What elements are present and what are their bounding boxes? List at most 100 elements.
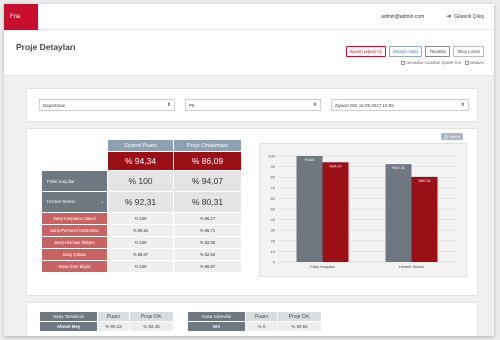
print-icon: ⎙ [444, 134, 448, 139]
cashier-score: % 0 [245, 321, 278, 332]
subsection-visit-score: % 100 [107, 212, 174, 225]
chart-panel: 0 10 20 30 40 50 60 70 80 90 100 %100 %94.07 Fiziki K… [259, 143, 467, 277]
chart-bar [385, 164, 412, 262]
y-tick-label: 10 [271, 249, 276, 254]
chart-bar [411, 176, 438, 262]
section-project-average: % 80,31 [173, 191, 242, 213]
y-tick-label: 30 [271, 228, 276, 233]
subsection-label: Satış-Ürün Bilgisi [41, 260, 108, 273]
department-select[interactable]: Departman ⬍ [39, 99, 175, 111]
y-tick-label: 0 [273, 260, 276, 265]
project-select-value: P6 [189, 102, 195, 108]
comments-button[interactable]: Yorumlar [425, 46, 450, 57]
app-window: Fna admin@admin.com ➜ Güvenli Çıkış Proj… [4, 4, 494, 336]
score-table: Ziyaret Puanı Proje Ortalaması % 94,34 %… [41, 139, 242, 273]
brand-logo[interactable]: Fna [4, 4, 38, 30]
sales-rep-score: % 90,32 [97, 321, 130, 332]
checkbox-box [401, 60, 406, 65]
mark-read-checkbox[interactable]: OKUNDU OLARAK İŞARETLE [401, 60, 461, 65]
y-tick-label: 20 [271, 238, 276, 243]
subsection-visit-score: % 90,91 [107, 224, 174, 237]
overall-visit-score: % 94,34 [107, 151, 174, 171]
subsection-label: Satış-Karşılama Süreci [41, 212, 108, 225]
subsection-visit-score: % 100 [107, 260, 174, 273]
content-area: Departman ⬍ P6 ⬍ Ziyaret 002 12.09.2017 … [4, 76, 494, 336]
subsection-label: Satış-Personel Görünümü [41, 224, 108, 237]
visit-select[interactable]: Ziyaret 002 12.09.2017 15:55 ⬍ [331, 99, 469, 111]
project-average-column-header: Proje Ort. [129, 311, 174, 322]
subsection-project-average: % 80,67 [173, 260, 242, 273]
score-card: Ziyaret Puanı Proje Ortalaması % 94,34 %… [26, 128, 478, 296]
bar-data-label: %92.31 [392, 166, 405, 170]
section-project-average: % 94,07 [173, 170, 242, 192]
section-visit-score: % 92,31 [107, 191, 174, 213]
visit-list-button[interactable]: Ziyaret Listesi V1 [345, 46, 386, 57]
sales-rep-title: Satış Temsilcisi [39, 311, 98, 322]
cashier-name: N/A [187, 321, 246, 332]
user-email[interactable]: admin@admin.com [381, 14, 424, 20]
chart-bar [296, 156, 323, 262]
chevron-updown-icon: ⬍ [166, 102, 171, 108]
table-corner [41, 139, 108, 152]
chevron-updown-icon: ⬍ [312, 102, 317, 108]
section-row-fiziki[interactable]: Fiziki Koşullar [41, 170, 108, 192]
project-average-header: Proje Ortalaması [173, 139, 242, 152]
subsection-label: Satış Çabası [41, 248, 108, 261]
overall-label-cell [41, 151, 108, 171]
y-tick-label: 60 [271, 196, 276, 201]
header-button-group: Ziyaret Listesi V1 Detaylı Analiz Yoruml… [345, 46, 484, 57]
filter-bar: Departman ⬍ P6 ⬍ Ziyaret 002 12.09.2017 … [26, 88, 478, 122]
sales-rep-table: Satış Temsilcisi Puanı Proje Ort. Ahmet … [39, 311, 174, 332]
subsection-label: Satış-Hizmete İletişim [41, 236, 108, 249]
print-button[interactable]: ⎙ Yazdır [441, 133, 463, 140]
x-tick-label: Hizmet Süreci [399, 264, 424, 269]
page-header: Proje Detayları Ziyaret Listesi V1 Detay… [4, 30, 494, 76]
project-average-column-header: Proje Ort. [277, 311, 322, 322]
cashier-title: Kasa Görevlisi [187, 311, 246, 322]
y-tick-label: 80 [271, 175, 276, 180]
section-row-hizmet[interactable]: Hizmet Süreci ⌄ [41, 191, 108, 213]
print-label: Yazdır [448, 134, 460, 139]
overall-project-average: % 86,09 [173, 151, 242, 171]
logout-label: Güvenli Çıkış [454, 13, 484, 20]
bravo-checkbox[interactable]: BRAVO [465, 60, 484, 65]
cashier-table: Kasa Görevlisi Puanı Proje Ort. N/A % 0 … [187, 311, 322, 332]
logout-icon: ➜ [446, 14, 452, 20]
request-list-button[interactable]: Talep Listesi [452, 46, 484, 57]
y-tick-label: 40 [271, 217, 276, 222]
header-checkboxes: OKUNDU OLARAK İŞARETLE BRAVO [401, 60, 484, 65]
detailed-analysis-button[interactable]: Detaylı Analiz [388, 46, 423, 57]
chart-bar [322, 162, 349, 262]
bravo-label: BRAVO [470, 60, 484, 65]
x-tick-label: Fiziki Koşullar [310, 264, 335, 269]
section-visit-score: % 100 [107, 170, 174, 192]
mark-read-label: OKUNDU OLARAK İŞARETLE [406, 60, 462, 65]
bar-data-label: %80.31 [418, 179, 431, 183]
chevron-down-icon[interactable]: ⌄ [100, 199, 104, 205]
y-tick-label: 100 [268, 154, 275, 159]
y-tick-label: 70 [271, 185, 276, 190]
staff-tables-card: Satış Temsilcisi Puanı Proje Ort. Ahmet … [26, 302, 478, 336]
subsection-project-average: % 62,92 [173, 248, 242, 261]
project-select[interactable]: P6 ⬍ [185, 99, 321, 111]
visit-select-value: Ziyaret 002 12.09.2017 15:55 [335, 102, 394, 108]
visit-score-header: Ziyaret Puanı [107, 139, 174, 152]
chevron-updown-icon: ⬍ [460, 102, 465, 108]
subsection-project-average: % 82,08 [173, 236, 242, 249]
section-label: Hizmet Süreci [47, 199, 76, 204]
department-select-value: Departman [43, 102, 66, 108]
bar-data-label: %94.07 [329, 164, 342, 168]
bar-data-label: %100 [305, 158, 315, 162]
subsection-visit-score: % 66,67 [107, 248, 174, 261]
subsection-project-average: % 95,71 [173, 224, 242, 237]
score-column-header: Puanı [245, 311, 278, 322]
cashier-project-average: % 90,94 [277, 321, 322, 332]
y-tick-label: 90 [271, 164, 276, 169]
subsection-project-average: % 85,17 [173, 212, 242, 225]
logout-link[interactable]: ➜ Güvenli Çıkış [446, 13, 484, 21]
checkbox-box [465, 60, 470, 65]
subsection-visit-score: % 100 [107, 236, 174, 249]
sales-rep-name: Ahmet Bey [39, 321, 98, 332]
bar-chart: 0 10 20 30 40 50 60 70 80 90 100 %100 %94.07 Fiziki K… [268, 154, 456, 269]
y-tick-label: 50 [271, 207, 276, 212]
